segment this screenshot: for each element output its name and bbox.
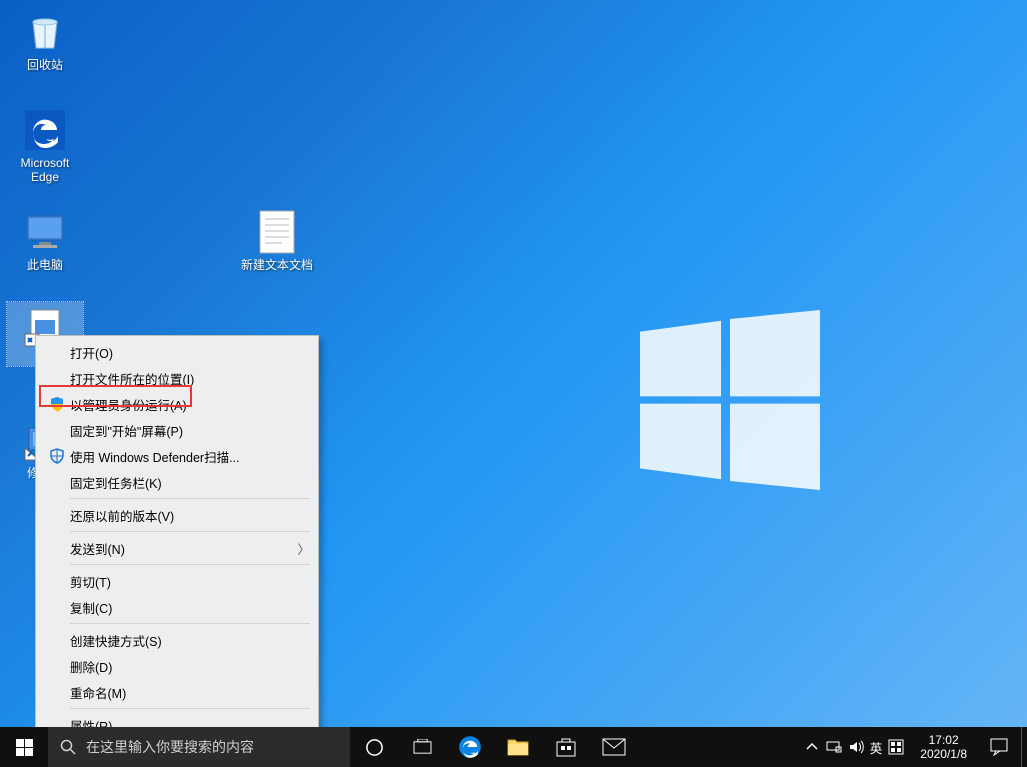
desktop-icon-label: 此电脑 bbox=[7, 258, 83, 272]
taskbar-task-view[interactable] bbox=[398, 727, 446, 767]
desktop[interactable]: 回收站 Microsoft Edge 此电脑 秒 修复升 新建文本文档 打开(O… bbox=[0, 0, 1027, 727]
ctx-send-to[interactable]: 发送到(N)〉 bbox=[36, 535, 318, 561]
show-desktop[interactable] bbox=[1021, 727, 1027, 767]
separator bbox=[70, 623, 310, 624]
ctx-pin-start[interactable]: 固定到"开始"屏幕(P) bbox=[36, 417, 318, 443]
chevron-right-icon: 〉 bbox=[296, 539, 310, 558]
ctx-create-shortcut[interactable]: 创建快捷方式(S) bbox=[36, 627, 318, 653]
ctx-restore-previous[interactable]: 还原以前的版本(V) bbox=[36, 502, 318, 528]
search-input[interactable] bbox=[86, 739, 338, 755]
desktop-icon-label: Microsoft Edge bbox=[7, 156, 83, 184]
ime-mode-icon[interactable] bbox=[888, 739, 904, 755]
ctx-defender-scan[interactable]: 使用 Windows Defender扫描... bbox=[36, 443, 318, 469]
separator bbox=[70, 708, 310, 709]
uac-shield-icon bbox=[49, 396, 65, 412]
taskbar-app-edge[interactable] bbox=[446, 727, 494, 767]
taskbar-app-mail[interactable] bbox=[590, 727, 638, 767]
taskbar-clock[interactable]: 17:02 2020/1/8 bbox=[910, 733, 977, 761]
volume-icon[interactable] bbox=[848, 739, 864, 755]
action-center[interactable] bbox=[977, 727, 1021, 767]
search-box[interactable] bbox=[48, 727, 350, 767]
context-menu: 打开(O) 打开文件所在的位置(I) 以管理员身份运行(A) 固定到"开始"屏幕… bbox=[35, 335, 319, 742]
desktop-icon-recycle-bin[interactable]: 回收站 bbox=[7, 8, 83, 72]
taskbar-app-store[interactable] bbox=[542, 727, 590, 767]
text-document-icon bbox=[253, 208, 301, 256]
clock-time: 17:02 bbox=[920, 733, 967, 747]
tray-chevron-up-icon[interactable] bbox=[804, 739, 820, 755]
cortana-icon bbox=[365, 738, 384, 757]
action-center-icon bbox=[990, 738, 1008, 756]
taskbar-cortana[interactable] bbox=[350, 727, 398, 767]
ctx-cut[interactable]: 剪切(T) bbox=[36, 568, 318, 594]
clock-date: 2020/1/8 bbox=[920, 747, 967, 761]
ctx-run-as-admin[interactable]: 以管理员身份运行(A) bbox=[36, 391, 318, 417]
desktop-icon-text-doc[interactable]: 新建文本文档 bbox=[232, 208, 322, 272]
ctx-open[interactable]: 打开(O) bbox=[36, 339, 318, 365]
desktop-icon-this-pc[interactable]: 此电脑 bbox=[7, 208, 83, 272]
start-button[interactable] bbox=[0, 727, 48, 767]
ime-lang-indicator[interactable]: 英 bbox=[870, 738, 883, 757]
desktop-icon-label: 新建文本文档 bbox=[232, 258, 322, 272]
search-icon bbox=[60, 739, 76, 755]
desktop-icon-label: 回收站 bbox=[7, 58, 83, 72]
separator bbox=[70, 531, 310, 532]
separator bbox=[70, 564, 310, 565]
this-pc-icon bbox=[21, 208, 69, 256]
separator bbox=[70, 498, 310, 499]
network-icon[interactable] bbox=[826, 739, 842, 755]
mail-icon bbox=[602, 738, 626, 756]
ctx-delete[interactable]: 删除(D) bbox=[36, 653, 318, 679]
task-view-icon bbox=[413, 739, 432, 756]
file-explorer-icon bbox=[507, 737, 529, 757]
ctx-rename[interactable]: 重命名(M) bbox=[36, 679, 318, 705]
windows-logo-bg-icon bbox=[640, 310, 820, 490]
recycle-bin-icon bbox=[21, 8, 69, 56]
system-tray[interactable]: 英 bbox=[798, 738, 911, 757]
ctx-open-file-location[interactable]: 打开文件所在的位置(I) bbox=[36, 365, 318, 391]
defender-shield-icon bbox=[49, 448, 65, 464]
edge-icon bbox=[458, 735, 482, 759]
windows-start-icon bbox=[16, 739, 33, 756]
ctx-copy[interactable]: 复制(C) bbox=[36, 594, 318, 620]
taskbar: 英 17:02 2020/1/8 bbox=[0, 727, 1027, 767]
taskbar-app-explorer[interactable] bbox=[494, 727, 542, 767]
desktop-icon-edge[interactable]: Microsoft Edge bbox=[7, 106, 83, 184]
store-icon bbox=[555, 736, 577, 758]
edge-icon bbox=[21, 106, 69, 154]
ctx-pin-taskbar[interactable]: 固定到任务栏(K) bbox=[36, 469, 318, 495]
